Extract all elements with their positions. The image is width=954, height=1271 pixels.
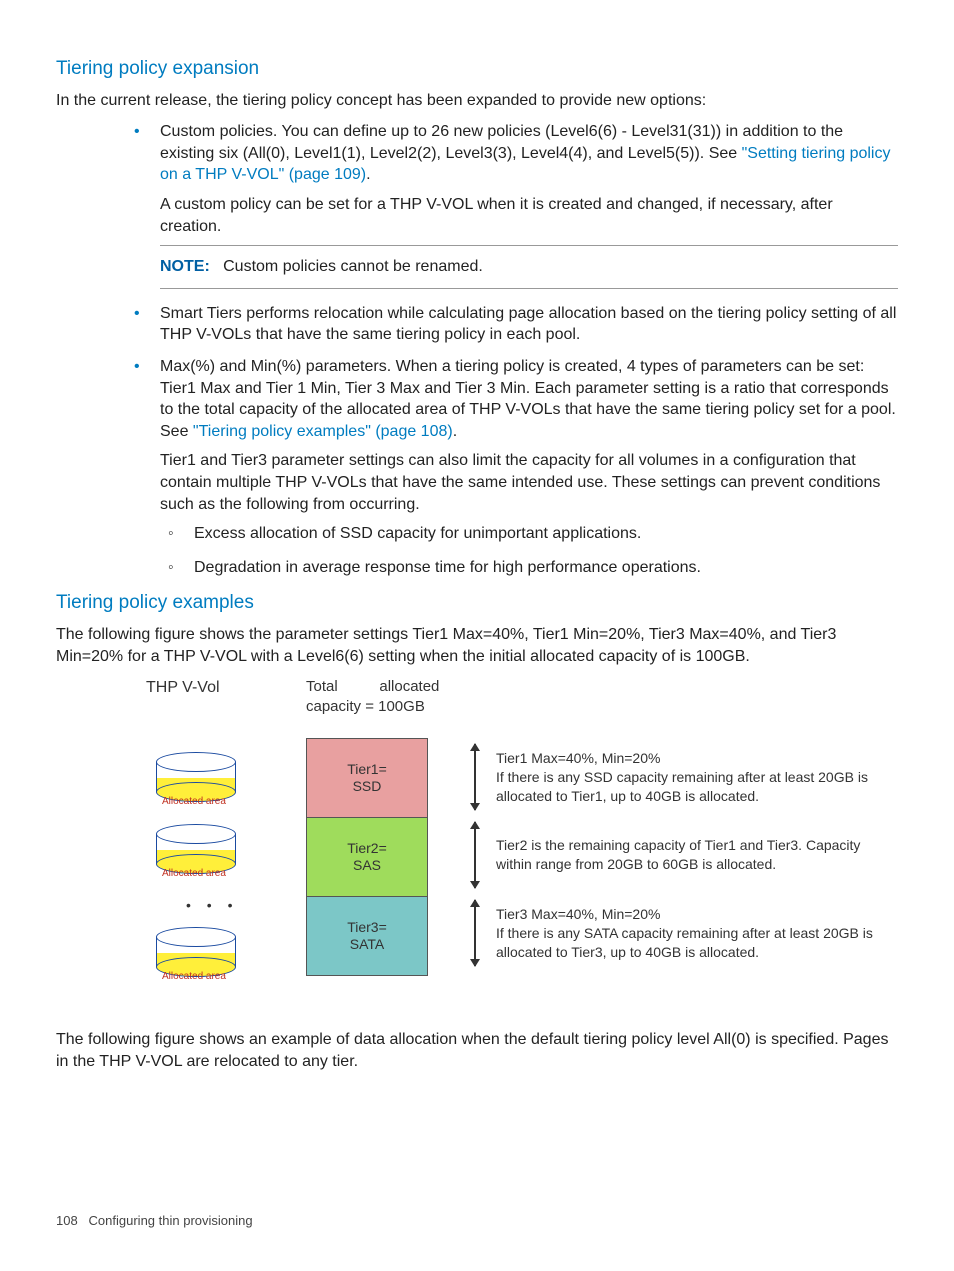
expansion-bullets: Custom policies. You can define up to 26… [126,121,898,578]
page-number: 108 [56,1213,78,1228]
ellipsis-icon: • • • [186,896,306,915]
note-label: NOTE: [160,258,210,275]
custom-policy-sub: A custom policy can be set for a THP V-V… [160,194,898,237]
tiering-diagram: THP V-Vol Total allocated capacity = 100… [146,677,898,999]
description-column: Tier1 Max=40%, Min=20% If there is any S… [496,720,898,999]
expansion-intro: In the current release, the tiering poli… [56,90,898,112]
text: . [366,166,370,183]
allocated-label: Allocated area [162,867,226,881]
tier3-description: Tier3 Max=40%, Min=20% If there is any S… [496,894,898,972]
text: Custom policies. You can define up to 26… [160,123,843,162]
tier-stack: Tier1= SSD Tier2= SAS Tier3= SATA [306,720,456,999]
sub-bullet-ssd: Excess allocation of SSD capacity for un… [160,523,898,545]
examples-outro: The following figure shows an example of… [56,1029,898,1072]
text: . [453,423,457,440]
allocated-label: Allocated area [162,795,226,809]
text: Tier3 Max=40%, Min=20% [496,905,888,924]
heading-tiering-expansion: Tiering policy expansion [56,56,898,82]
heading-tiering-examples: Tiering policy examples [56,590,898,616]
sub-list: Excess allocation of SSD capacity for un… [160,523,898,578]
max-min-sub: Tier1 and Tier3 parameter settings can a… [160,450,898,515]
double-arrow-icon [474,744,476,810]
chapter-title: Configuring thin provisioning [89,1213,253,1228]
double-arrow-icon [474,900,476,966]
diagram-thp-label: THP V-Vol [146,677,306,716]
note-block: NOTE: Custom policies cannot be renamed. [160,245,898,289]
double-arrow-icon [474,822,476,888]
link-tiering-examples[interactable]: "Tiering policy examples" (page 108) [193,423,453,440]
vvol-cylinder-1: Allocated area [156,752,236,802]
tier2-box: Tier2= SAS [307,818,427,897]
sub-bullet-degradation: Degradation in average response time for… [160,557,898,579]
tier1-description: Tier1 Max=40%, Min=20% If there is any S… [496,738,898,816]
tier3-box: Tier3= SATA [307,897,427,975]
tier1-box: Tier1= SSD [307,739,427,818]
text: If there is any SSD capacity remaining a… [496,768,888,806]
arrows-column [456,720,496,999]
bullet-smart-tiers: Smart Tiers performs relocation while ca… [126,303,898,346]
text: If there is any SATA capacity remaining … [496,924,888,962]
tier2-description: Tier2 is the remaining capacity of Tier1… [496,816,898,894]
note-text: Custom policies cannot be renamed. [223,258,483,275]
vvol-cylinder-2: Allocated area [156,824,236,874]
text: Tier2 is the remaining capacity of Tier1… [496,836,888,874]
cap-line2: capacity = 100GB [306,697,486,717]
diagram-capacity-label: Total allocated capacity = 100GB [306,677,486,716]
vvol-column: Allocated area Allocated area • • • Allo… [146,720,306,999]
bullet-custom-policies: Custom policies. You can define up to 26… [126,121,898,289]
cap-line1: Total allocated [306,677,486,697]
allocated-label: Allocated area [162,970,226,984]
text: Tier1 Max=40%, Min=20% [496,749,888,768]
examples-intro: The following figure shows the parameter… [56,624,898,667]
vvol-cylinder-3: Allocated area [156,927,236,977]
page-footer: 108 Configuring thin provisioning [56,1212,898,1230]
bullet-max-min: Max(%) and Min(%) parameters. When a tie… [126,356,898,578]
